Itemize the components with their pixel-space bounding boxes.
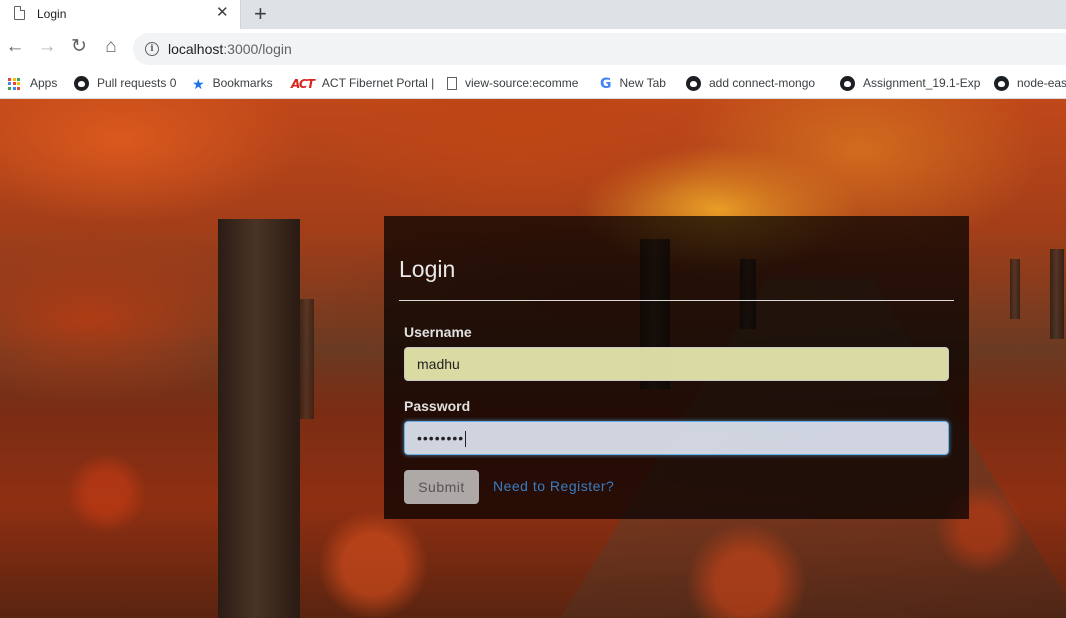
password-label: Password [404,398,471,414]
bookmark-view-source[interactable]: view-source:ecomme [447,73,578,93]
act-logo-icon: ACT [291,76,315,91]
github-icon [840,76,855,92]
bookmark-pull-requests[interactable]: Pull requests 0 [74,73,176,93]
page-icon [447,77,457,91]
bookmark-label: ACT Fibernet Portal | [321,76,435,90]
bookmark-apps[interactable]: Apps [8,73,57,93]
bookmark-label: node-eas [1017,76,1066,90]
tab-title: Login [37,7,67,21]
bookmark-node-eas[interactable]: node-eas [994,73,1066,93]
forward-arrow-icon[interactable]: → [37,37,57,57]
url-text: localhost:3000/login [168,41,292,57]
url-path: :3000/login [223,41,292,57]
bookmark-connect-mongo[interactable]: add connect-mongo [686,73,815,93]
bookmark-label: Apps [30,76,58,90]
login-title: Login [399,256,456,282]
reload-icon[interactable]: ↻ [69,37,89,57]
bookmark-label: add connect-mongo [709,76,816,90]
bookmark-act-fibernet[interactable]: ACT ACT Fibernet Portal | [291,73,434,93]
star-icon: ★ [192,75,205,92]
browser-toolbar: ← → ↻ ⌂ i localhost:3000/login [0,29,1066,68]
username-input[interactable]: madhu [404,347,949,381]
bookmark-label: New Tab [619,76,666,90]
address-bar[interactable]: i localhost:3000/login [133,33,1066,65]
url-host: localhost [168,41,224,57]
register-link[interactable]: Need to Register? [493,478,614,494]
close-tab-icon[interactable]: ✕ [216,4,229,22]
tab-strip: Login ✕ + [0,0,1066,29]
tree-trunk [218,219,300,618]
github-icon [994,76,1009,92]
tree-trunk [1050,249,1064,339]
github-icon [74,76,89,92]
bookmark-label: Pull requests 0 [97,76,177,90]
bookmarks-bar: Apps Pull requests 0 ★ Bookmarks ACT ACT F… [0,68,1066,99]
bookmark-label: Bookmarks [212,76,273,90]
bookmark-assignment[interactable]: Assignment_19.1-Exp [840,73,980,93]
page-icon [14,6,25,20]
bookmark-new-tab[interactable]: G New Tab [600,73,666,93]
home-icon[interactable]: ⌂ [101,37,121,57]
apps-grid-icon [8,77,20,90]
google-icon: G [600,75,612,92]
tree-trunk [300,299,314,419]
tab-login[interactable]: Login ✕ [0,0,241,29]
bookmark-label: Assignment_19.1-Exp [863,76,981,90]
username-value: madhu [417,356,460,372]
login-panel: Login Username madhu Password •••••••• S… [384,216,969,519]
new-tab-button[interactable]: + [254,1,267,27]
title-divider [399,300,954,301]
text-caret [465,431,467,448]
github-icon [686,76,701,92]
password-input[interactable]: •••••••• [404,421,949,455]
username-label: Username [404,324,472,340]
submit-button[interactable]: Submit [404,470,479,504]
site-info-icon[interactable]: i [145,42,159,56]
tree-trunk [1010,259,1020,319]
bookmark-label: view-source:ecomme [465,76,579,90]
bookmark-bookmarks[interactable]: ★ Bookmarks [192,73,273,93]
back-arrow-icon[interactable]: ← [5,37,25,57]
password-value: •••••••• [417,430,465,446]
